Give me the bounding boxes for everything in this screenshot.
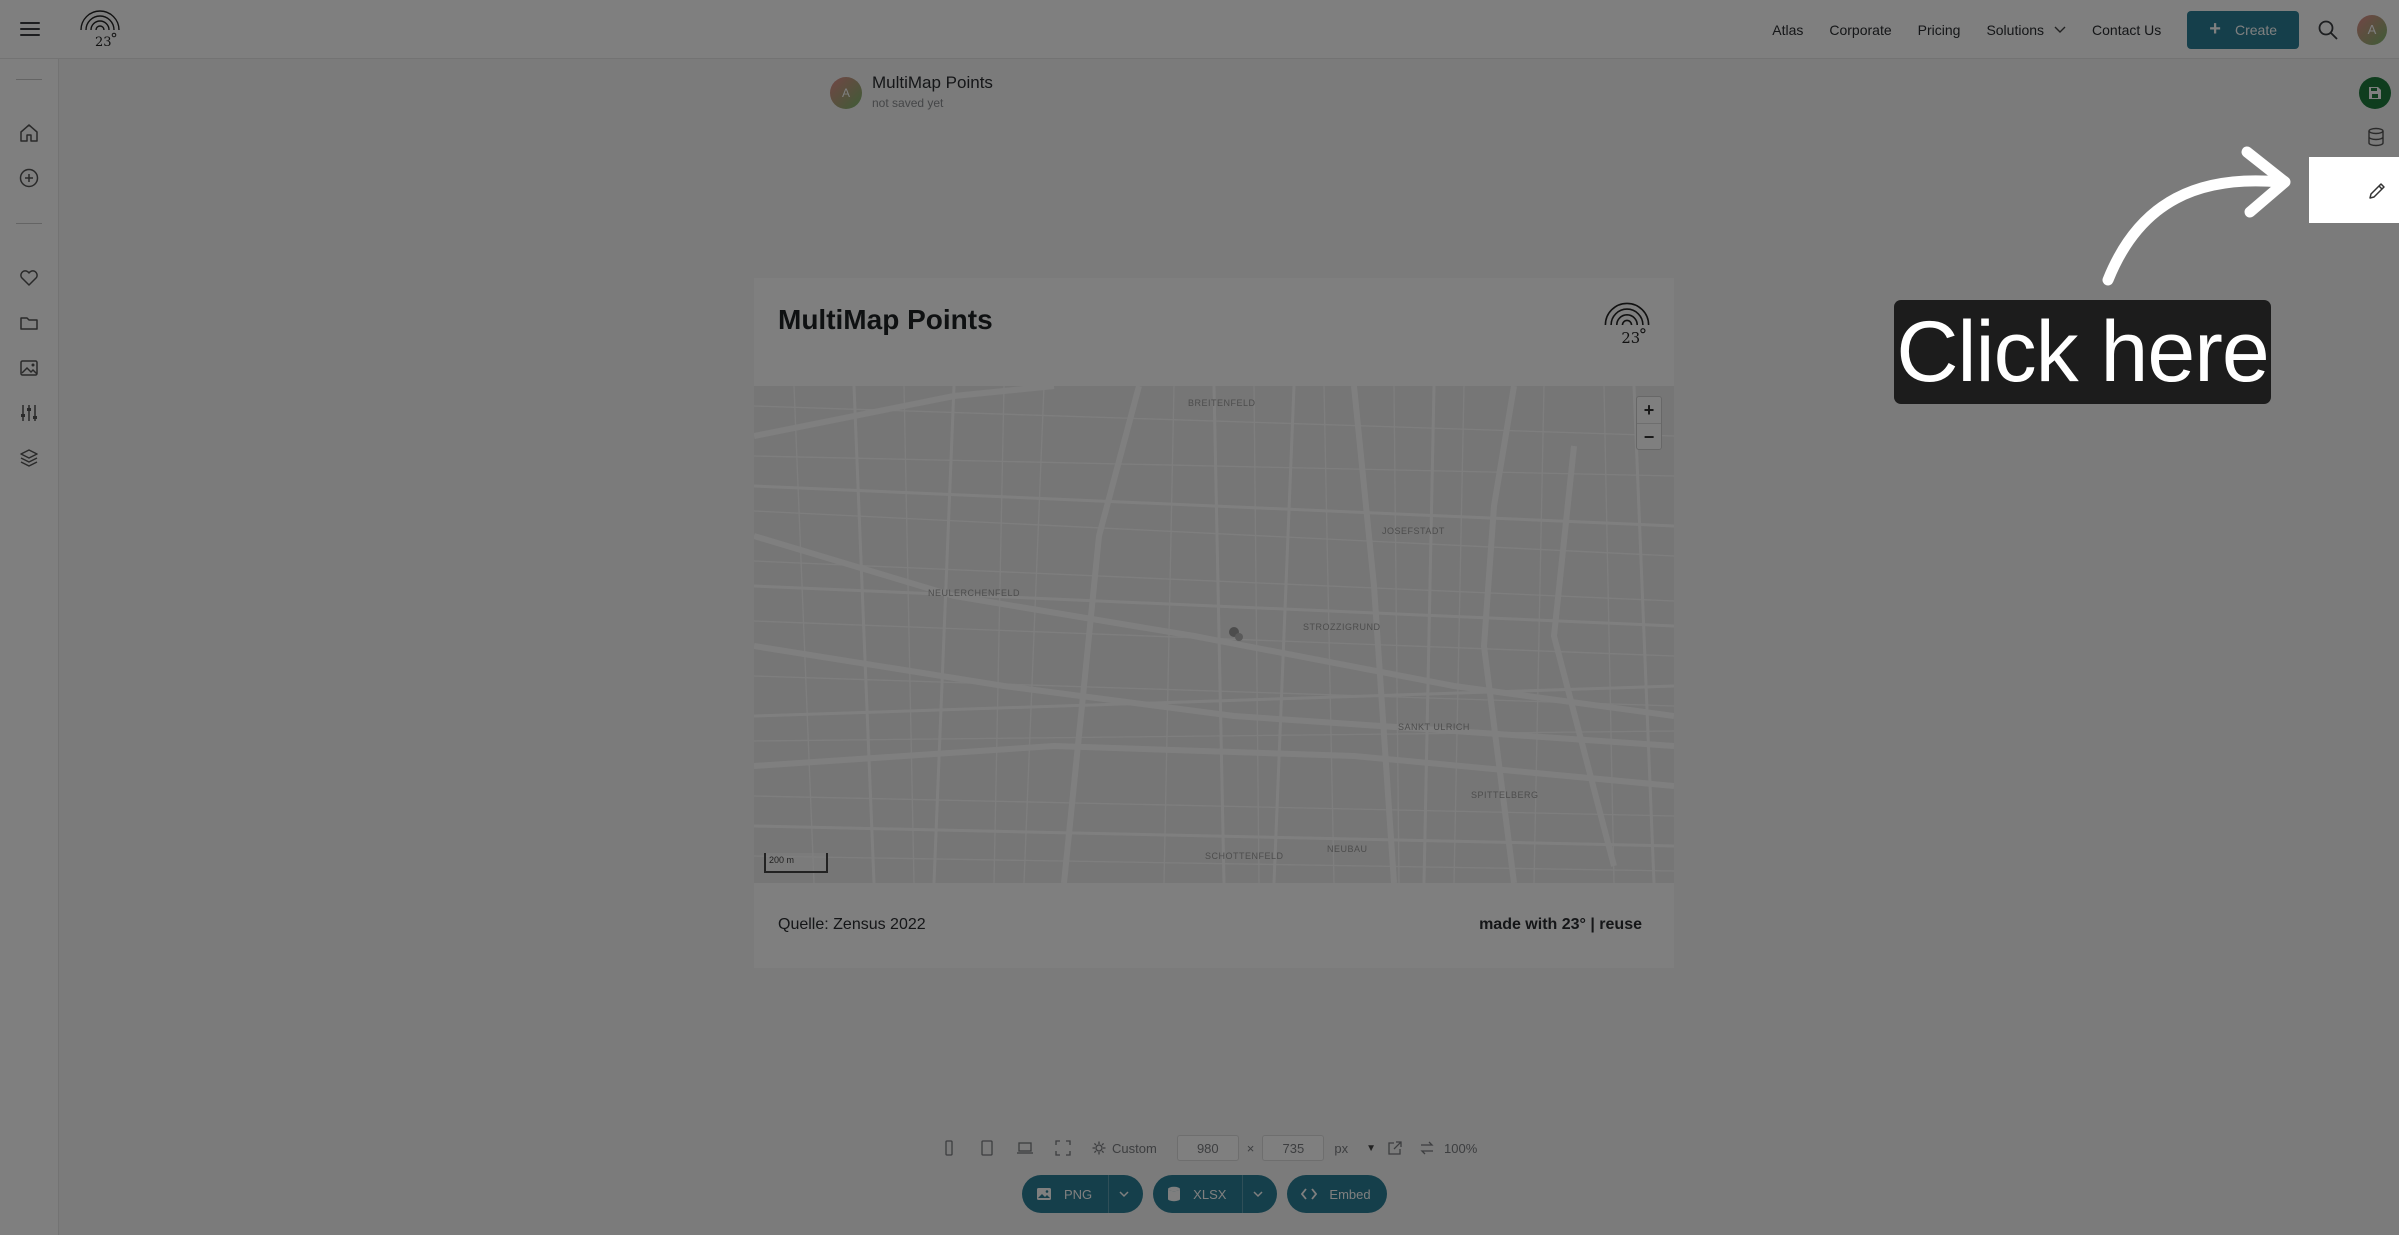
map-title[interactable]: MultiMap Points bbox=[778, 304, 993, 336]
chevron-down-icon bbox=[2054, 26, 2066, 33]
map-scale-bar: 200 m bbox=[764, 853, 828, 873]
unit-selector[interactable]: px ▼ bbox=[1334, 1141, 1376, 1156]
height-input[interactable] bbox=[1262, 1135, 1325, 1161]
district-label: NEULERCHENFELD bbox=[928, 588, 1021, 598]
png-export-label: PNG bbox=[1064, 1186, 1093, 1202]
district-label: BREITENFELD bbox=[1188, 398, 1256, 408]
tablet-icon[interactable] bbox=[978, 1139, 996, 1157]
xlsx-export-button[interactable]: XLSX bbox=[1153, 1175, 1278, 1213]
layers-icon[interactable] bbox=[18, 447, 40, 469]
preset-label: Custom bbox=[1112, 1140, 1157, 1156]
zoom-control: + − bbox=[1636, 396, 1662, 450]
district-label: NEUBAU bbox=[1327, 844, 1368, 854]
nav-contact[interactable]: Contact Us bbox=[2092, 22, 2161, 38]
plus-icon: + bbox=[2209, 18, 2221, 40]
document-title[interactable]: MultiMap Points bbox=[872, 73, 993, 93]
xlsx-export-label: XLSX bbox=[1193, 1186, 1227, 1202]
zoom-out-button[interactable]: − bbox=[1637, 423, 1661, 449]
home-icon[interactable] bbox=[18, 122, 40, 144]
database-icon[interactable] bbox=[2365, 126, 2387, 148]
image-icon bbox=[1037, 1188, 1051, 1200]
map-view[interactable]: BREITENFELD JOSEFSTADT NEULERCHENFELD ST… bbox=[754, 386, 1674, 883]
zoom-level: 100% bbox=[1444, 1140, 1478, 1156]
swap-icon[interactable] bbox=[1418, 1139, 1436, 1157]
phone-icon[interactable] bbox=[940, 1139, 958, 1157]
save-button[interactable] bbox=[2359, 77, 2391, 109]
external-link-icon[interactable] bbox=[1386, 1139, 1404, 1157]
arrow-icon bbox=[2102, 146, 2291, 286]
gear-icon bbox=[1092, 1141, 1106, 1155]
brand-logo[interactable]: 23 bbox=[78, 10, 122, 50]
nav-solutions[interactable]: Solutions bbox=[1986, 22, 2066, 38]
sliders-icon[interactable] bbox=[18, 402, 40, 424]
code-icon bbox=[1301, 1188, 1318, 1200]
nav-solutions-label: Solutions bbox=[1986, 21, 2045, 38]
click-here-callout: Click here bbox=[1894, 300, 2271, 404]
map-streets bbox=[754, 386, 1674, 883]
database-icon bbox=[1168, 1186, 1181, 1202]
district-label: SPITTELBERG bbox=[1471, 790, 1539, 800]
create-button-label: Create bbox=[2234, 21, 2277, 38]
credit-link[interactable]: made with 23° | reuse bbox=[1479, 916, 1642, 934]
caret-down-icon: ▼ bbox=[1366, 1142, 1377, 1154]
menu-icon[interactable] bbox=[20, 18, 40, 40]
pencil-icon[interactable] bbox=[2367, 181, 2387, 201]
create-button[interactable]: + Create bbox=[2187, 10, 2299, 49]
brand-logo: 23 bbox=[1604, 302, 1650, 347]
dimension-separator: × bbox=[1246, 1140, 1255, 1156]
chevron-down-icon[interactable] bbox=[1108, 1175, 1143, 1213]
heart-icon[interactable] bbox=[18, 267, 40, 289]
nav-pricing[interactable]: Pricing bbox=[1918, 22, 1961, 38]
size-toolbar: Custom × px ▼ 100% bbox=[940, 1135, 1478, 1161]
left-sidebar bbox=[0, 59, 59, 1235]
svg-text:23: 23 bbox=[95, 35, 112, 50]
search-icon[interactable] bbox=[2317, 19, 2339, 41]
sidebar-divider bbox=[16, 79, 42, 80]
district-label: SCHOTTENFELD bbox=[1205, 851, 1284, 861]
district-label: SANKT ULRICH bbox=[1398, 722, 1470, 732]
image-icon[interactable] bbox=[18, 357, 40, 379]
district-label: STROZZIGRUND bbox=[1303, 622, 1381, 632]
add-circle-icon[interactable] bbox=[18, 167, 40, 189]
district-label: JOSEFSTADT bbox=[1382, 526, 1445, 536]
save-icon bbox=[2369, 87, 2381, 99]
laptop-icon[interactable] bbox=[1016, 1139, 1034, 1157]
edit-tab-highlight[interactable] bbox=[2309, 157, 2399, 223]
top-nav: Atlas Corporate Pricing Solutions Contac… bbox=[1772, 0, 2399, 59]
export-toolbar: PNG XLSX Embed bbox=[1022, 1175, 1397, 1213]
fullscreen-icon[interactable] bbox=[1054, 1139, 1072, 1157]
nav-corporate[interactable]: Corporate bbox=[1829, 22, 1891, 38]
preset-selector[interactable]: Custom bbox=[1092, 1141, 1157, 1156]
folder-icon[interactable] bbox=[18, 312, 40, 334]
zoom-in-button[interactable]: + bbox=[1637, 397, 1661, 423]
chevron-down-icon[interactable] bbox=[1242, 1175, 1277, 1213]
svg-text:23: 23 bbox=[1621, 330, 1640, 347]
map-card: MultiMap Points 23 BREITENFELD JOSEFSTAD… bbox=[754, 278, 1674, 968]
sidebar-divider bbox=[16, 223, 42, 224]
save-status: not saved yet bbox=[872, 96, 944, 110]
width-input[interactable] bbox=[1176, 1135, 1239, 1161]
embed-button[interactable]: Embed bbox=[1287, 1175, 1387, 1213]
map-point-marker[interactable] bbox=[1228, 626, 1244, 642]
embed-label: Embed bbox=[1329, 1186, 1371, 1202]
top-header: 23 Atlas Corporate Pricing Solutions Con… bbox=[0, 0, 2399, 59]
data-source: Quelle: Zensus 2022 bbox=[778, 916, 926, 933]
png-export-button[interactable]: PNG bbox=[1022, 1175, 1144, 1213]
unit-label: px bbox=[1334, 1140, 1349, 1156]
user-avatar[interactable]: A bbox=[2357, 14, 2387, 45]
document-owner-avatar: A bbox=[830, 77, 862, 109]
nav-atlas[interactable]: Atlas bbox=[1772, 22, 1803, 38]
